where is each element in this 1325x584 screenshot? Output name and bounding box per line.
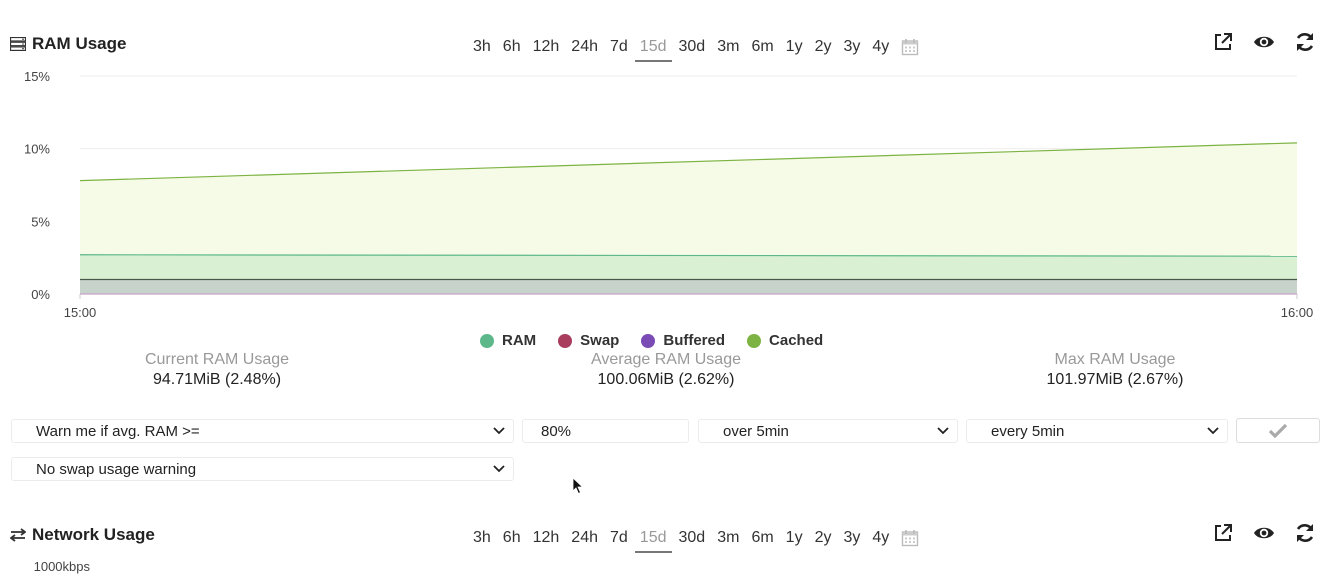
network-range-6h[interactable]: 6h [497, 525, 527, 551]
swap-warning-select[interactable]: No swap usage warning [11, 457, 514, 481]
network-range-2y[interactable]: 2y [809, 525, 838, 551]
network-range-12h[interactable]: 12h [527, 525, 566, 551]
network-range-7d[interactable]: 7d [604, 525, 634, 551]
legend-item-cached[interactable]: Cached [747, 332, 823, 349]
max-ram-usage-value: 101.97MiB (2.67%) [1046, 371, 1184, 388]
chevron-down-icon [1207, 427, 1219, 435]
legend-label: Buffered [663, 332, 726, 349]
calendar-icon[interactable] [901, 529, 919, 547]
ram-range-4y[interactable]: 4y [866, 34, 895, 60]
current-ram-usage-value: 94.71MiB (2.48%) [152, 371, 282, 388]
ram-range-3y[interactable]: 3y [837, 34, 866, 60]
ram-time-range-selector: 3h 6h 12h 24h 7d 15d 30d 3m 6m 1y 2y 3y 4y [467, 34, 919, 62]
alert-condition-value: Warn me if avg. RAM >= [36, 422, 200, 440]
network-toolbar [1212, 522, 1316, 544]
legend-item-swap[interactable]: Swap [558, 332, 619, 349]
alert-frequency-value: every 5min [991, 422, 1065, 440]
chevron-down-icon [493, 465, 505, 473]
network-range-3m[interactable]: 3m [711, 525, 745, 551]
eye-icon[interactable] [1253, 31, 1275, 53]
alert-duration-select[interactable]: over 5min [698, 419, 958, 443]
refresh-icon[interactable] [1294, 522, 1316, 544]
alert-frequency-select[interactable]: every 5min [966, 419, 1228, 443]
ram-toolbar [1212, 31, 1316, 53]
legend-dot [641, 333, 656, 348]
chevron-down-icon [937, 427, 949, 435]
alert-duration-value: over 5min [723, 422, 789, 440]
network-range-3h[interactable]: 3h [467, 525, 497, 551]
y-tick-label: 15% [24, 69, 50, 84]
eye-icon[interactable] [1253, 522, 1275, 544]
ram-range-24h[interactable]: 24h [565, 34, 604, 60]
network-panel-title: Network Usage [10, 525, 155, 545]
current-ram-usage: Current RAM Usage 94.71MiB (2.48%) [67, 351, 367, 389]
x-tick-label: 15:00 [64, 305, 97, 320]
external-link-icon[interactable] [1212, 31, 1234, 53]
alert-threshold-value: 80% [541, 422, 572, 440]
legend-dot [480, 333, 494, 348]
network-range-24h[interactable]: 24h [565, 525, 604, 551]
ram-usage-chart: 15% 10% 5% 0% 15:00 16:00 [24, 69, 1314, 320]
network-range-4y[interactable]: 4y [866, 525, 895, 551]
network-panel-title-text: Network Usage [32, 525, 155, 544]
ram-range-1y[interactable]: 1y [780, 34, 809, 60]
max-ram-usage: Max RAM Usage 101.97MiB (2.67%) [965, 351, 1265, 389]
network-range-3y[interactable]: 3y [837, 525, 866, 551]
mouse-cursor-icon [572, 477, 584, 495]
save-alert-button[interactable] [1236, 418, 1320, 443]
ram-range-6h[interactable]: 6h [497, 34, 527, 60]
refresh-icon[interactable] [1294, 31, 1316, 53]
average-ram-usage: Average RAM Usage 100.06MiB (2.62%) [516, 351, 816, 389]
network-range-15d[interactable]: 15d [634, 525, 673, 553]
server-icon [10, 37, 26, 51]
ram-panel-title-text: RAM Usage [32, 34, 127, 53]
ram-range-3h[interactable]: 3h [467, 34, 497, 60]
buffered-area [80, 279, 1297, 294]
alert-condition-select[interactable]: Warn me if avg. RAM >= [11, 419, 514, 443]
alert-threshold-input[interactable]: 80% [522, 419, 689, 443]
average-ram-usage-value: 100.06MiB (2.62%) [597, 371, 735, 388]
checkmark-icon [1268, 423, 1288, 438]
ram-range-6m[interactable]: 6m [745, 34, 779, 60]
ram-range-3m[interactable]: 3m [711, 34, 745, 60]
ram-range-12h[interactable]: 12h [527, 34, 566, 60]
ram-panel-title: RAM Usage [10, 34, 126, 54]
legend-item-buffered[interactable]: Buffered [641, 332, 725, 349]
network-y-top-label: 1000kbps [33, 559, 90, 574]
x-tick-label: 16:00 [1281, 305, 1314, 320]
legend-label: Swap [580, 332, 620, 349]
y-tick-label: 10% [24, 142, 50, 157]
ram-range-15d[interactable]: 15d [634, 34, 673, 62]
current-ram-usage-label: Current RAM Usage [144, 351, 290, 368]
ram-chart-legend: RAM Swap Buffered Cached [480, 332, 823, 349]
network-range-6m[interactable]: 6m [745, 525, 779, 551]
arrows-exchange-icon [10, 528, 26, 542]
network-range-30d[interactable]: 30d [673, 525, 712, 551]
legend-item-ram[interactable]: RAM [480, 332, 536, 349]
chevron-down-icon [493, 427, 505, 435]
legend-label: Cached [769, 332, 824, 349]
swap-warning-value: No swap usage warning [36, 460, 197, 478]
ram-range-2y[interactable]: 2y [809, 34, 838, 60]
calendar-icon[interactable] [901, 38, 919, 56]
legend-dot [747, 333, 762, 348]
ram-range-30d[interactable]: 30d [673, 34, 712, 60]
network-time-range-selector: 3h 6h 12h 24h 7d 15d 30d 3m 6m 1y 2y 3y 4y [467, 525, 919, 553]
y-tick-label: 0% [31, 287, 50, 302]
network-range-1y[interactable]: 1y [780, 525, 809, 551]
ram-range-7d[interactable]: 7d [604, 34, 634, 60]
legend-dot [558, 333, 573, 348]
average-ram-usage-label: Average RAM Usage [591, 351, 741, 368]
legend-label: RAM [502, 332, 537, 349]
external-link-icon[interactable] [1212, 522, 1234, 544]
max-ram-usage-label: Max RAM Usage [1054, 351, 1176, 368]
y-tick-label: 5% [31, 214, 50, 229]
